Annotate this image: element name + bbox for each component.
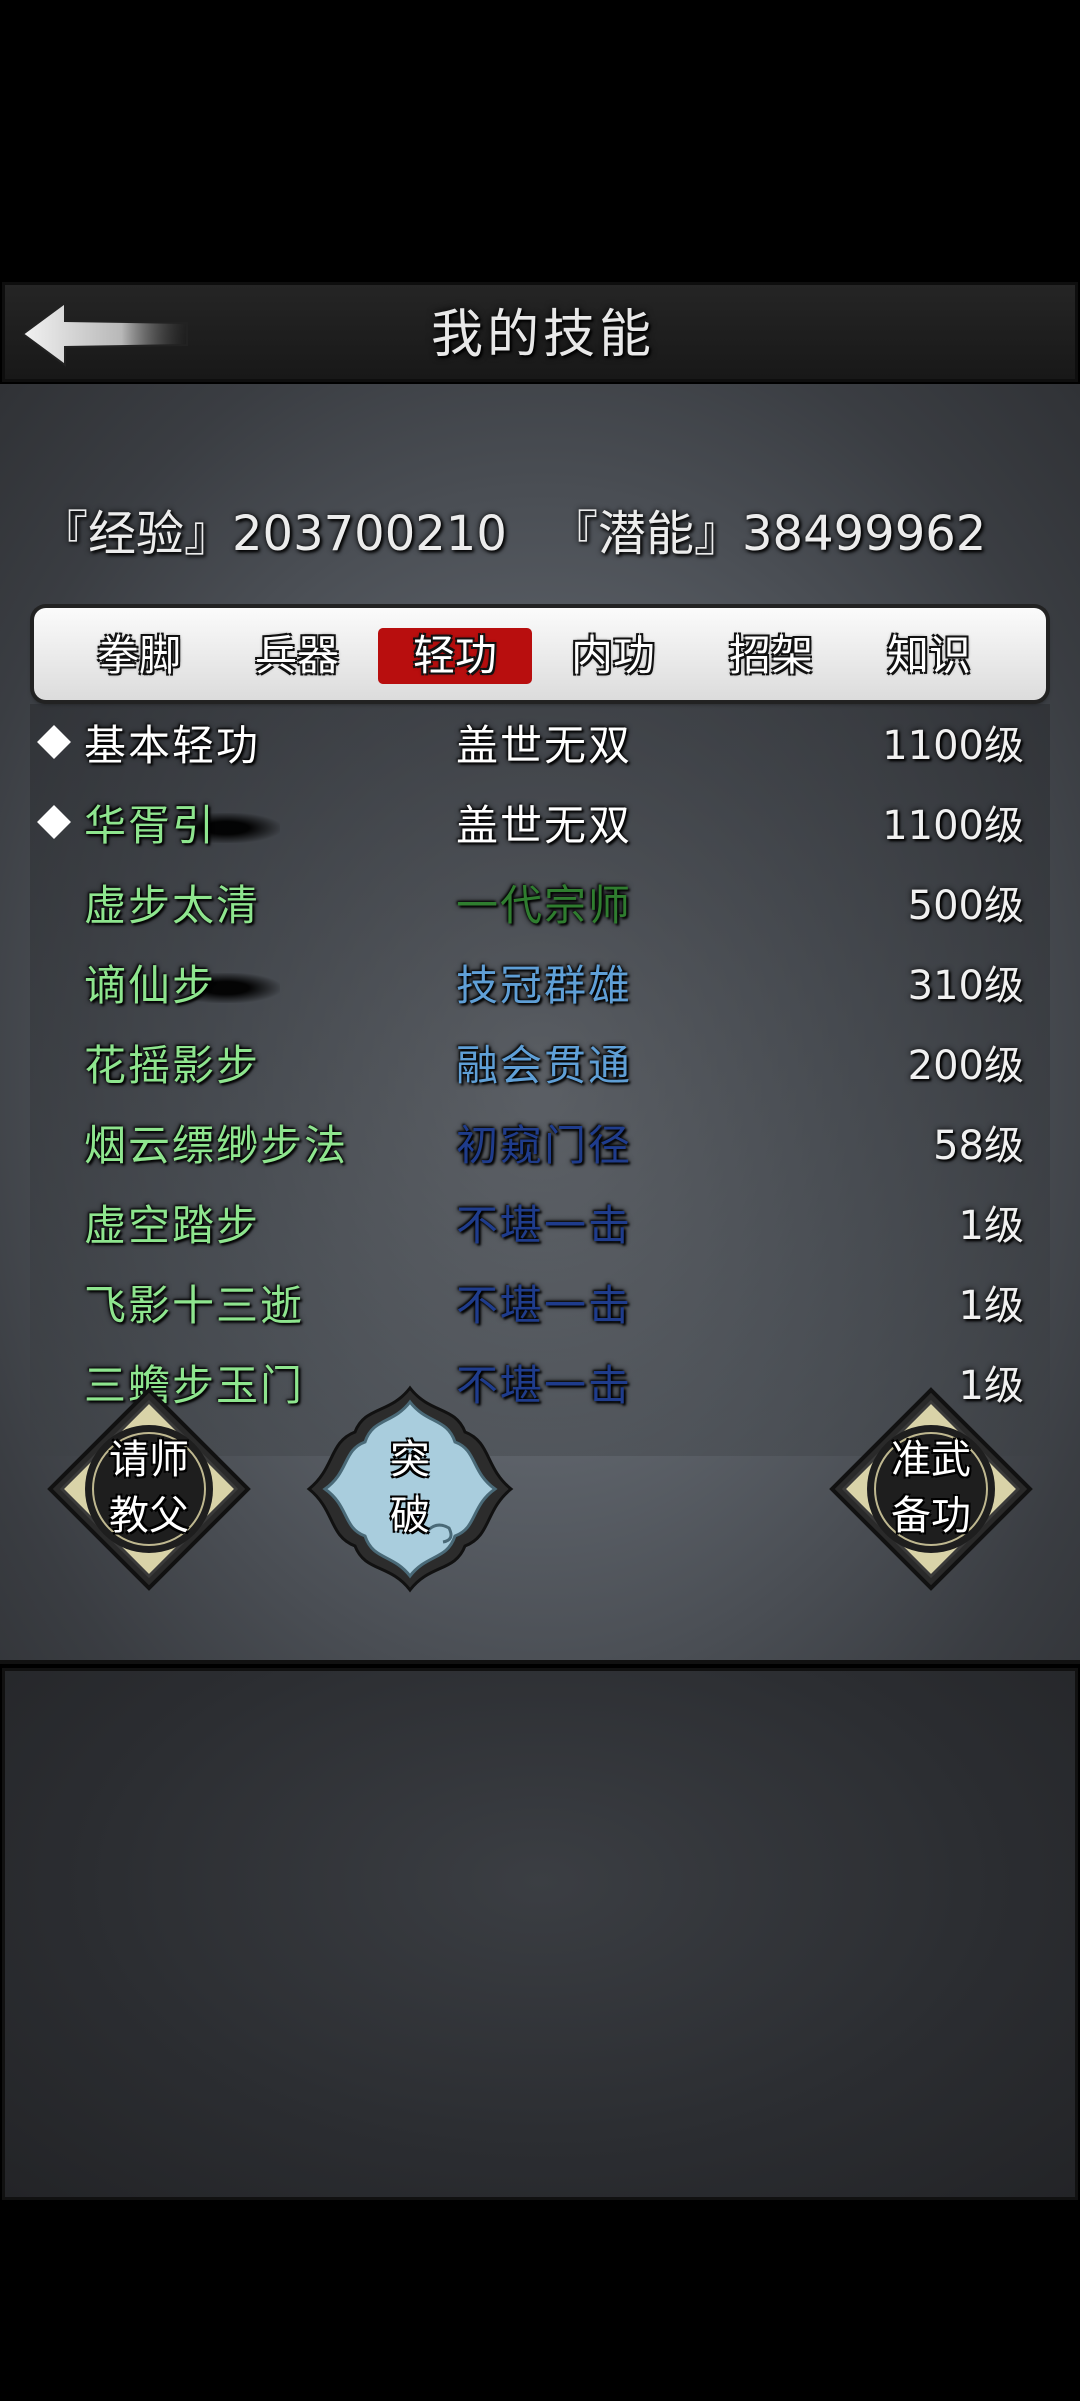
potential-value: 38499962	[742, 506, 987, 562]
header-bar: 我的技能	[2, 282, 1078, 382]
tab-3[interactable]: 内功	[536, 628, 690, 684]
skill-row[interactable]: 谪仙步 技冠群雄 310级	[30, 946, 1050, 1026]
skill-name: 谪仙步	[84, 961, 217, 1010]
skill-name: 虚空踏步	[84, 1201, 261, 1250]
selected-diamond-icon	[37, 805, 71, 839]
skill-category-tabs: 拳脚 兵器 轻功 内功 招架 知识	[34, 608, 1046, 700]
skill-rank: 盖世无双	[456, 801, 633, 850]
skill-rank: 初窥门径	[456, 1121, 633, 1170]
skill-level: 1级	[958, 1203, 1024, 1249]
prepare-skill-label-1: 准武	[891, 1437, 971, 1483]
skill-list: 基本轻功 盖世无双 1100级 华胥引 盖世无双 1100级 虚步太清 一代宗师 500级 谪仙步…	[30, 704, 1050, 1456]
potential-stat: 『潜能』38499962	[550, 504, 986, 564]
skill-name: 花摇影步	[84, 1041, 261, 1090]
selected-diamond-icon	[37, 725, 71, 759]
skill-row[interactable]: 基本轻功 盖世无双 1100级	[30, 706, 1050, 786]
tab-1[interactable]: 兵器	[220, 628, 374, 684]
skill-level: 310级	[907, 963, 1024, 1009]
skill-name: 基本轻功	[84, 721, 261, 770]
skill-rank: 融会贯通	[456, 1041, 633, 1090]
skill-level: 200级	[907, 1043, 1024, 1089]
potential-label: 『潜能』	[550, 506, 743, 562]
experience-label: 『经验』	[40, 506, 233, 562]
skill-rank: 不堪一击	[456, 1281, 633, 1330]
skill-rank: 技冠群雄	[456, 961, 633, 1010]
skill-level: 1级	[958, 1283, 1024, 1329]
skill-level: 500级	[907, 883, 1024, 929]
skill-level: 1100级	[882, 803, 1024, 849]
skill-row[interactable]: 烟云缥缈步法 初窥门径 58级	[30, 1106, 1050, 1186]
skill-rank: 一代宗师	[456, 881, 633, 930]
skill-row[interactable]: 花摇影步 融会贯通 200级	[30, 1026, 1050, 1106]
lower-panel	[2, 1668, 1078, 2200]
cloud-frame-icon	[306, 1385, 514, 1593]
skill-rank: 盖世无双	[456, 721, 633, 770]
tab-0[interactable]: 拳脚	[62, 628, 216, 684]
breakthrough-button[interactable]: 突 破	[305, 1384, 515, 1594]
skill-name: 华胥引	[84, 801, 217, 850]
experience-value: 203700210	[232, 506, 507, 562]
skill-panel: 『经验』203700210 『潜能』38499962 拳脚 兵器 轻功 内功 招架 知识 …	[0, 384, 1080, 1664]
ask-teacher-button[interactable]: 请师 教父	[44, 1384, 254, 1594]
diamond-frame-icon	[829, 1387, 1033, 1591]
tab-5[interactable]: 知识	[852, 628, 1006, 684]
skill-level: 1100级	[882, 723, 1024, 769]
skill-row[interactable]: 虚步太清 一代宗师 500级	[30, 866, 1050, 946]
skill-name: 虚步太清	[84, 881, 261, 930]
skill-row[interactable]: 虚空踏步 不堪一击 1级	[30, 1186, 1050, 1266]
skill-row[interactable]: 华胥引 盖世无双 1100级	[30, 786, 1050, 866]
skill-level: 58级	[933, 1123, 1024, 1169]
prepare-skill-label-2: 备功	[891, 1493, 971, 1539]
skill-row[interactable]: 飞影十三逝 不堪一击 1级	[30, 1266, 1050, 1346]
skill-rank: 不堪一击	[456, 1201, 633, 1250]
tab-4[interactable]: 招架	[694, 628, 848, 684]
ask-teacher-label-1: 请师	[109, 1437, 189, 1483]
breakthrough-label-2: 破	[390, 1493, 430, 1539]
page-title: 我的技能	[430, 305, 655, 365]
skill-name: 烟云缥缈步法	[84, 1121, 349, 1170]
tab-2[interactable]: 轻功	[378, 628, 532, 684]
game-screen: 我的技能 『经验』203700210 『潜能』38499962 拳脚 兵器 轻功 内功…	[0, 280, 1080, 2200]
breakthrough-label-1: 突	[390, 1437, 430, 1483]
diamond-frame-icon	[47, 1387, 251, 1591]
prepare-skill-button[interactable]: 准武 备功	[826, 1384, 1036, 1594]
ask-teacher-label-2: 教父	[109, 1493, 189, 1539]
experience-stat: 『经验』203700210	[40, 504, 507, 564]
skill-name: 飞影十三逝	[84, 1281, 305, 1330]
